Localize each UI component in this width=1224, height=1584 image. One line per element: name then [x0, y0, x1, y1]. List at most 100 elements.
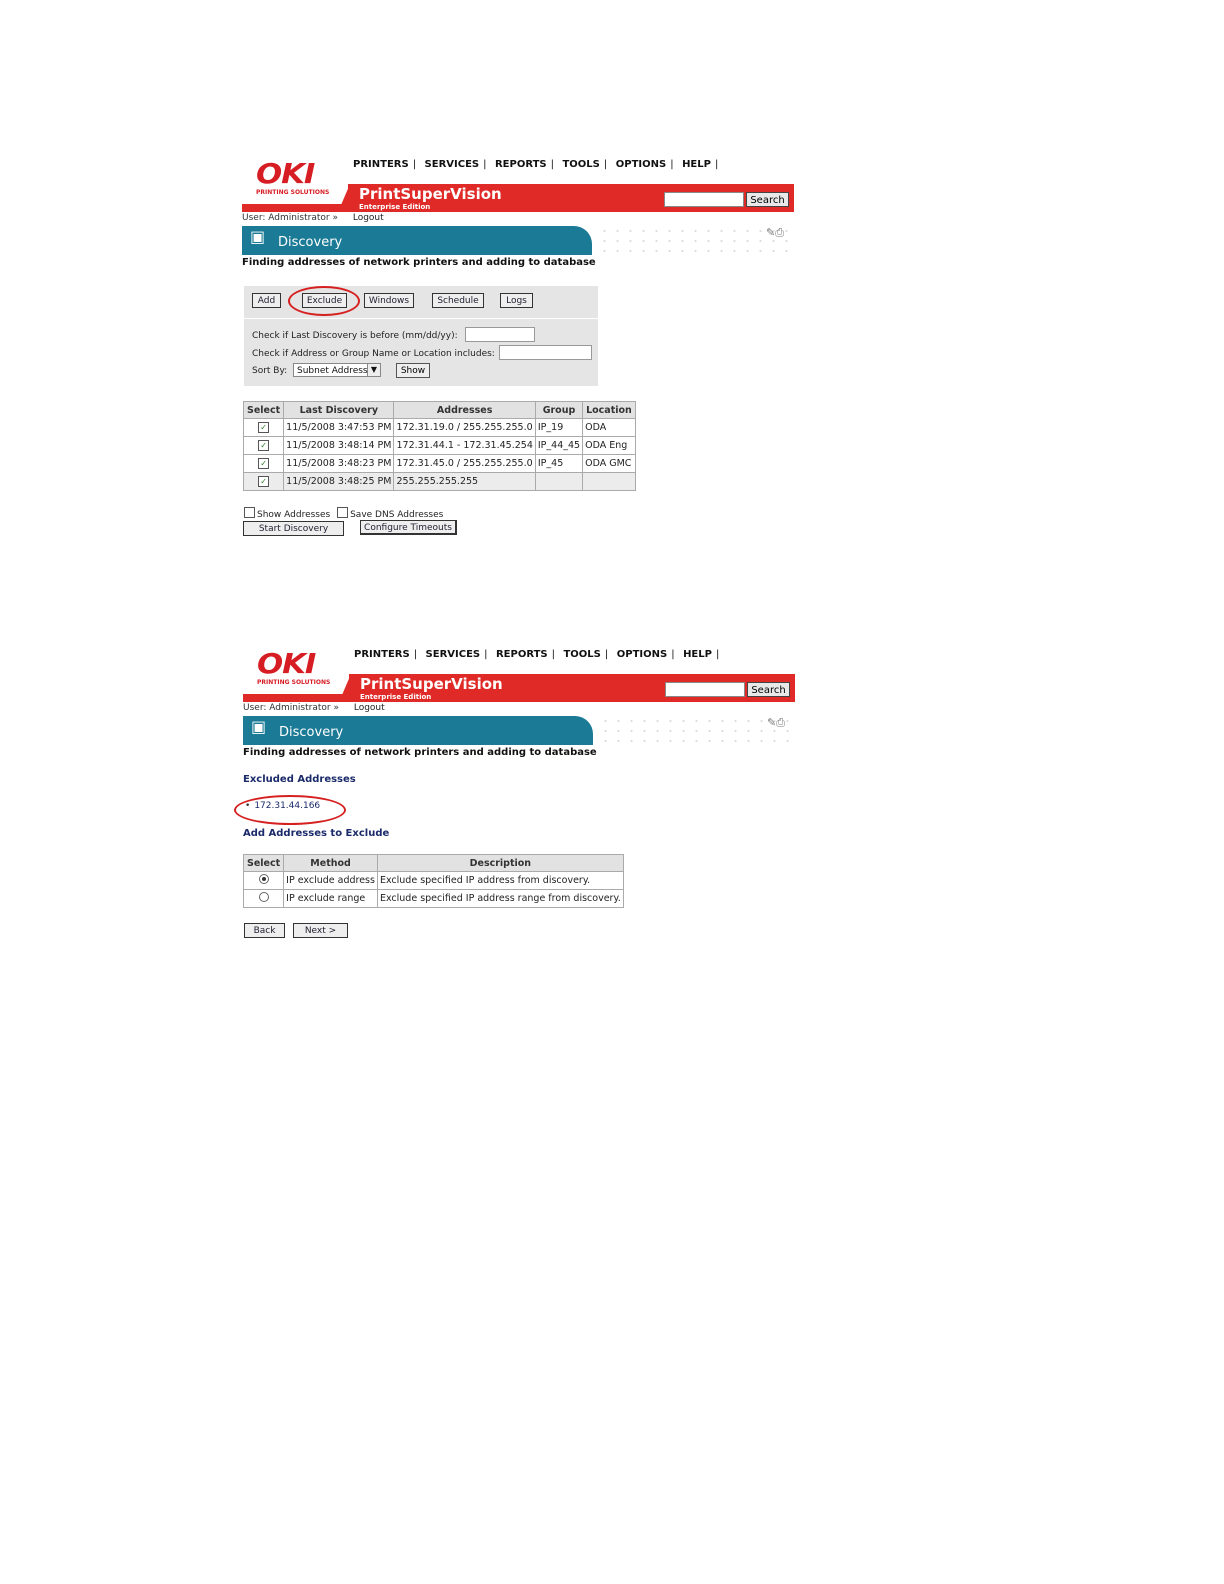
header-red-strip: [243, 694, 353, 702]
col-select[interactable]: Select: [242, 401, 285, 419]
nav-reports[interactable]: REPORTS: [495, 159, 547, 170]
group-cell[interactable]: IP_44_45: [534, 436, 584, 455]
location-cell: ODA: [582, 418, 636, 437]
location-cell: [582, 472, 636, 491]
help-icon[interactable]: ✎: [767, 716, 776, 729]
back-button[interactable]: Back: [244, 923, 285, 938]
col-description: Description: [376, 854, 624, 872]
nav-services[interactable]: SERVICES: [426, 649, 481, 660]
table-header-row: Select Last Discovery Addresses Group Lo…: [242, 401, 636, 419]
nav-services[interactable]: SERVICES: [425, 159, 480, 170]
address-cell[interactable]: 172.31.44.1 - 172.31.45.254: [393, 436, 536, 455]
address-cell[interactable]: 255.255.255.255: [393, 472, 536, 491]
logs-button[interactable]: Logs: [500, 293, 533, 308]
print-icon[interactable]: ⎙: [775, 226, 784, 239]
table-row: ✓ 11/5/2008 3:48:14 PM 172.31.44.1 - 172…: [242, 436, 636, 455]
search-button[interactable]: Search: [746, 192, 789, 207]
excluded-highlight-circle: [234, 795, 346, 825]
logout-link[interactable]: Logout: [354, 703, 385, 713]
col-location[interactable]: Location: [582, 401, 636, 419]
dotted-decoration: [598, 226, 794, 258]
group-cell[interactable]: IP_45: [534, 454, 584, 473]
next-button[interactable]: Next >: [293, 923, 348, 938]
search-input[interactable]: [665, 682, 745, 697]
group-cell[interactable]: [534, 472, 584, 491]
col-last-discovery[interactable]: Last Discovery: [283, 401, 395, 419]
page-title: Discovery: [279, 725, 344, 740]
address-cell[interactable]: 172.31.19.0 / 255.255.255.0: [393, 418, 536, 437]
nav-printers[interactable]: PRINTERS: [353, 159, 409, 170]
radio-icon[interactable]: [258, 892, 269, 902]
group-cell[interactable]: IP_19: [534, 418, 584, 437]
add-button[interactable]: Add: [252, 293, 281, 308]
user-name: User: Administrator »: [242, 213, 338, 223]
radio-icon[interactable]: [258, 874, 269, 884]
row-checkbox[interactable]: ✓: [258, 476, 270, 487]
discovery-screen-main: OKI PRINTING SOLUTIONS PRINTERS | SERVICE…: [242, 150, 794, 550]
oki-logo[interactable]: OKI PRINTING SOLUTIONS: [256, 160, 336, 197]
address-cell[interactable]: 172.31.45.0 / 255.255.255.0: [393, 454, 536, 473]
help-icon[interactable]: ✎: [766, 226, 775, 239]
options-row: Show Addresses Save DNS Addresses: [244, 507, 443, 520]
nav-printers[interactable]: PRINTERS: [354, 649, 410, 660]
nav-reports[interactable]: REPORTS: [496, 649, 548, 660]
method-cell: IP exclude address: [283, 871, 378, 890]
save-dns-checkbox[interactable]: [337, 507, 349, 518]
app-edition: Enterprise Edition: [359, 203, 431, 211]
col-addresses[interactable]: Addresses: [393, 401, 536, 419]
sort-select[interactable]: Subnet Address ▼: [293, 363, 381, 377]
row-checkbox[interactable]: ✓: [258, 422, 270, 433]
last-discovery-cell: 11/5/2008 3:47:53 PM: [283, 418, 395, 437]
search-input[interactable]: [664, 192, 744, 207]
last-discovery-cell: 11/5/2008 3:48:14 PM: [283, 436, 395, 455]
last-discovery-cell: 11/5/2008 3:48:25 PM: [283, 472, 395, 491]
user-line: User: Administrator » Logout: [243, 703, 385, 713]
nav-options[interactable]: OPTIONS: [617, 649, 667, 660]
table-row: ✓ 11/5/2008 3:47:53 PM 172.31.19.0 / 255…: [242, 418, 636, 437]
discovery-table: Select Last Discovery Addresses Group Lo…: [242, 401, 636, 491]
page-subtitle: Finding addresses of network printers an…: [242, 257, 596, 268]
windows-button[interactable]: Windows: [364, 293, 414, 308]
select-cell: ✓: [242, 418, 285, 437]
search-button[interactable]: Search: [747, 682, 790, 697]
show-button[interactable]: Show: [396, 363, 430, 378]
exclude-method-table: Select Method Description IP exclude add…: [242, 854, 624, 908]
print-icon[interactable]: ⎙: [776, 716, 785, 729]
nav-options[interactable]: OPTIONS: [616, 159, 666, 170]
select-cell: ✓: [242, 454, 285, 473]
logout-link[interactable]: Logout: [353, 213, 384, 223]
nav-help[interactable]: HELP: [682, 159, 711, 170]
nav-help[interactable]: HELP: [683, 649, 712, 660]
method-cell: IP exclude range: [283, 889, 378, 908]
sort-value: Subnet Address: [297, 366, 368, 376]
table-row[interactable]: IP exclude address Exclude specified IP …: [242, 871, 624, 890]
nav-tools[interactable]: TOOLS: [562, 159, 599, 170]
discovery-icon: ▣: [251, 717, 267, 736]
tool-icons: ✎⎙: [766, 226, 784, 240]
nav-tools[interactable]: TOOLS: [563, 649, 600, 660]
logo-text: OKI: [256, 157, 315, 190]
page-title: Discovery: [278, 235, 343, 250]
select-cell: ✓: [242, 436, 285, 455]
col-group[interactable]: Group: [534, 401, 584, 419]
show-addresses-checkbox[interactable]: [244, 507, 255, 518]
description-cell: Exclude specified IP address from discov…: [376, 871, 624, 890]
schedule-button[interactable]: Schedule: [432, 293, 484, 308]
row-checkbox[interactable]: ✓: [258, 440, 270, 451]
filter-date-input[interactable]: [465, 327, 535, 342]
row-checkbox[interactable]: ✓: [258, 458, 270, 469]
last-discovery-cell: 11/5/2008 3:48:23 PM: [283, 454, 395, 473]
configure-timeouts-button[interactable]: Configure Timeouts: [360, 520, 457, 535]
dotted-decoration: [599, 716, 795, 748]
select-cell: [242, 871, 285, 890]
app-title: PrintSuperVision: [360, 675, 503, 693]
tool-icons: ✎⎙: [767, 716, 785, 730]
filter-address-input[interactable]: [499, 345, 592, 360]
dropdown-arrow-icon[interactable]: ▼: [367, 364, 380, 376]
oki-logo[interactable]: OKI PRINTING SOLUTIONS: [257, 650, 337, 687]
col-select: Select: [242, 854, 285, 872]
panel-divider: [244, 318, 598, 319]
app-edition: Enterprise Edition: [360, 693, 432, 701]
start-discovery-button[interactable]: Start Discovery: [243, 521, 344, 536]
table-row[interactable]: IP exclude range Exclude specified IP ad…: [242, 889, 624, 908]
